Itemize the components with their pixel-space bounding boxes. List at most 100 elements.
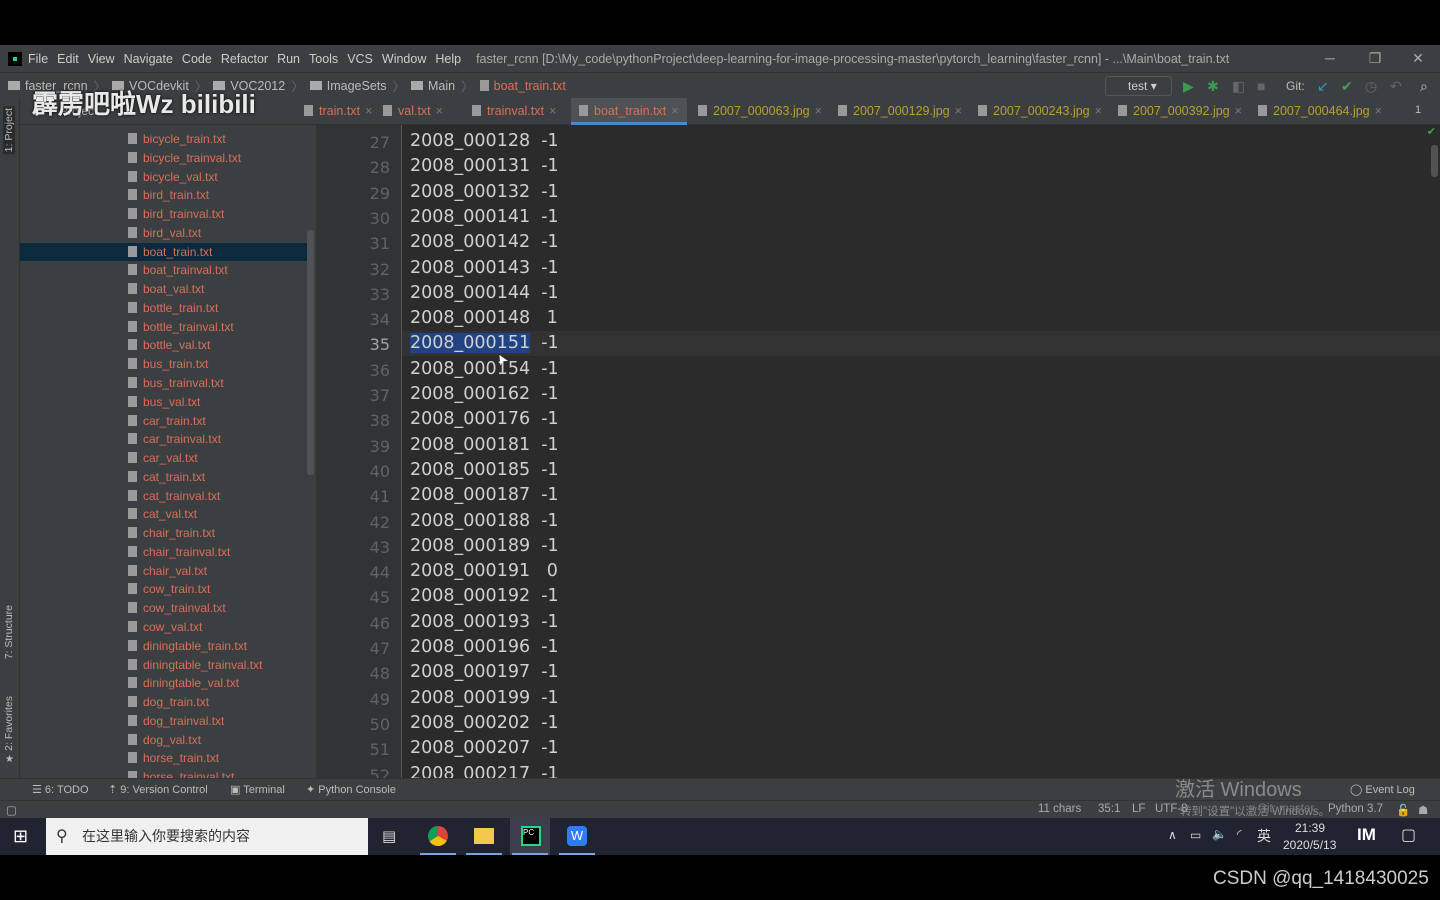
tree-item[interactable]: bottle_trainval.txt [20, 318, 307, 337]
code-line[interactable]: 2008_000131 -1 [410, 156, 559, 176]
close-tab-icon[interactable]: × [671, 104, 678, 118]
menu-help[interactable]: Help [435, 52, 461, 66]
tree-item[interactable]: bottle_train.txt [20, 299, 307, 318]
lock-icon[interactable]: 🔓 [1396, 803, 1410, 817]
tree-item[interactable]: bicycle_trainval.txt [20, 149, 307, 168]
tray-chevron-icon[interactable]: ∧ [1168, 828, 1177, 842]
close-tab-icon[interactable]: × [1235, 104, 1242, 118]
tab-2007_000392-jpg[interactable]: 2007_000392.jpg × [1110, 98, 1250, 125]
volume-icon[interactable]: 🔈 [1212, 827, 1227, 841]
run-icon[interactable]: ▶ [1183, 77, 1194, 95]
status-line-separator[interactable]: LF [1132, 803, 1145, 815]
wifi-icon[interactable]: ◜ [1237, 827, 1242, 841]
tree-item[interactable]: cat_val.txt [20, 505, 307, 524]
tool-structure[interactable]: 7: Structure [3, 605, 15, 659]
tree-item[interactable]: bus_trainval.txt [20, 374, 307, 393]
tree-item[interactable]: chair_trainval.txt [20, 543, 307, 562]
tab-2007_000063-jpg[interactable]: 2007_000063.jpg × [690, 98, 830, 125]
menu-code[interactable]: Code [182, 52, 212, 66]
tree-item[interactable]: boat_trainval.txt [20, 261, 307, 280]
notification-icon[interactable]: ▢ [1401, 825, 1416, 845]
menu-navigate[interactable]: Navigate [124, 52, 173, 66]
toggle-tool-windows-icon[interactable]: ▢ [6, 803, 17, 817]
tool-todo[interactable]: ☰ 6: TODO [32, 783, 89, 796]
code-line[interactable]: 2008_000162 -1 [410, 384, 559, 404]
tree-item[interactable]: cat_trainval.txt [20, 487, 307, 506]
tab-train-txt[interactable]: train.txt × [296, 98, 380, 125]
event-log-button[interactable]: ◯ Event Log [1350, 783, 1415, 796]
menu-file[interactable]: File [28, 52, 48, 66]
pycharm-app[interactable]: PC [510, 818, 550, 855]
menu-refactor[interactable]: Refactor [221, 52, 268, 66]
code-line[interactable]: 2008_000112 -1 [410, 125, 559, 126]
code-line[interactable]: 2008_000176 -1 [410, 409, 559, 429]
tree-item[interactable]: chair_val.txt [20, 562, 307, 581]
code-line[interactable]: 2008_000189 -1 [410, 536, 559, 556]
tree-item[interactable]: horse_trainval.txt [20, 768, 307, 778]
tab-trainval-txt[interactable]: trainval.txt × [464, 98, 564, 125]
code-line[interactable]: 2008_000132 -1 [410, 182, 559, 202]
run-config-dropdown[interactable]: test ▾ [1105, 76, 1172, 96]
close-tab-icon[interactable]: × [436, 104, 443, 118]
close-tab-icon[interactable]: × [815, 104, 822, 118]
editor-scrollbar[interactable] [1431, 145, 1438, 177]
breadcrumb-file[interactable]: boat_train.txt [479, 79, 566, 93]
windows-start-icon[interactable]: ⊞ [13, 826, 28, 847]
app-tray-icon[interactable]: IM [1357, 825, 1376, 845]
status-position[interactable]: 35:1 [1098, 803, 1120, 815]
close-tab-icon[interactable]: × [1375, 104, 1382, 118]
stop-icon[interactable]: ■ [1257, 77, 1265, 95]
code-line[interactable]: 2008_000197 -1 [410, 662, 559, 682]
code-line[interactable]: 2008_000185 -1 [410, 460, 559, 480]
debug-icon[interactable]: ✱ [1207, 77, 1219, 95]
tool-terminal[interactable]: ▣ Terminal [230, 783, 285, 796]
git-rollback-icon[interactable]: ↶ [1390, 77, 1402, 95]
tree-item[interactable]: boat_val.txt [20, 280, 307, 299]
search-icon[interactable]: ⌕ [1420, 77, 1428, 95]
project-scrollbar[interactable] [307, 230, 314, 475]
code-line[interactable]: 2008_000192 -1 [410, 586, 559, 606]
code-line[interactable]: 2008_000142 -1 [410, 232, 559, 252]
wps-app[interactable]: W [557, 818, 597, 855]
tree-item[interactable]: cow_trainval.txt [20, 599, 307, 618]
tool-favorites[interactable]: 2: Favorites [3, 696, 15, 751]
breadcrumb-item[interactable]: ImageSets 〉 [309, 76, 411, 95]
battery-icon[interactable]: ▭ [1190, 828, 1201, 842]
status-branch[interactable]: Git: master [1258, 803, 1314, 815]
taskbar-search[interactable]: ⚲ 在这里输入你要搜索的内容 [46, 818, 368, 855]
menu-edit[interactable]: Edit [57, 52, 79, 66]
code-line[interactable]: 2008_000202 -1 [410, 713, 559, 733]
status-interpreter[interactable]: Python 3.7 [1328, 803, 1383, 815]
menu-view[interactable]: View [88, 52, 115, 66]
tab-2007_000129-jpg[interactable]: 2007_000129.jpg × [830, 98, 970, 125]
code-line[interactable]: 2008_000217 -1 [410, 764, 559, 779]
menu-window[interactable]: Window [382, 52, 426, 66]
menu-tools[interactable]: Tools [309, 52, 338, 66]
close-button[interactable]: ✕ [1398, 45, 1438, 72]
tab-overflow[interactable]: 1 [1415, 104, 1421, 116]
clock-time[interactable]: 21:39 [1295, 821, 1325, 835]
tool-version-control[interactable]: ⇡ 9: Version Control [108, 783, 208, 796]
close-tab-icon[interactable]: × [1095, 104, 1102, 118]
tree-item[interactable]: cow_train.txt [20, 580, 307, 599]
tree-item[interactable]: bird_val.txt [20, 224, 307, 243]
code-line[interactable]: 2008_000187 -1 [410, 485, 559, 505]
code-line[interactable]: 2008_000207 -1 [410, 738, 559, 758]
tree-item[interactable]: boat_train.txt [20, 242, 307, 262]
restore-button[interactable]: ❐ [1355, 45, 1395, 72]
git-update-icon[interactable]: ↙ [1317, 77, 1329, 95]
explorer-app[interactable] [464, 818, 504, 855]
tree-item[interactable]: diningtable_val.txt [20, 674, 307, 693]
tree-item[interactable]: bus_train.txt [20, 355, 307, 374]
minimize-button[interactable]: ─ [1310, 45, 1350, 72]
tree-item[interactable]: bicycle_train.txt [20, 130, 307, 149]
code-line[interactable]: 2008_000143 -1 [410, 258, 559, 278]
chrome-app[interactable] [418, 818, 458, 855]
tree-item[interactable]: bird_train.txt [20, 186, 307, 205]
tree-item[interactable]: horse_train.txt [20, 749, 307, 768]
inspector-icon[interactable]: ☗ [1418, 803, 1428, 817]
tree-item[interactable]: chair_train.txt [20, 524, 307, 543]
code-line[interactable]: 2008_000154 -1 [410, 359, 559, 379]
code-line[interactable]: 2008_000148 1 [410, 308, 558, 328]
code-line[interactable]: 2008_000144 -1 [410, 283, 559, 303]
